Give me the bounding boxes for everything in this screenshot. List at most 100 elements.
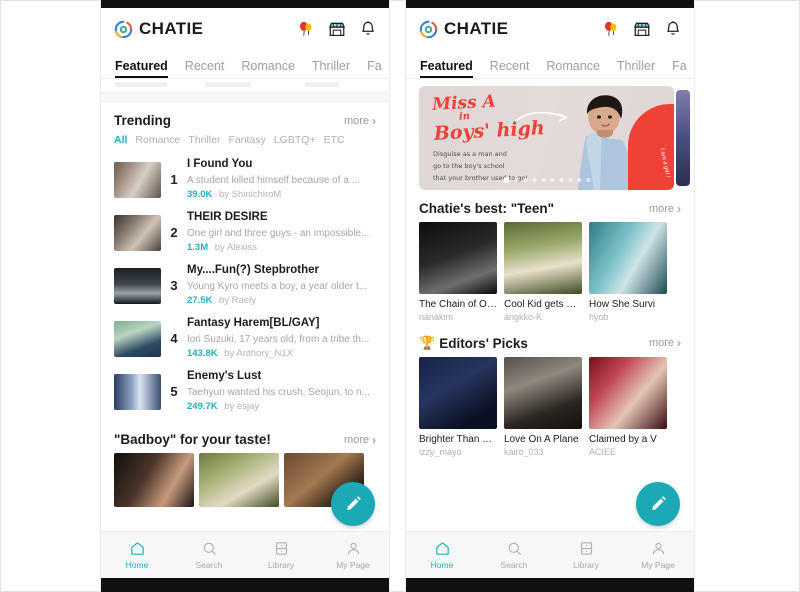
- chip-all[interactable]: All: [114, 134, 127, 146]
- tab-romance[interactable]: Romance: [241, 59, 295, 78]
- trending-header: Trending more ›: [101, 102, 389, 132]
- list-item[interactable]: Claimed by a V ACIEE: [589, 357, 667, 457]
- tab-featured[interactable]: Featured: [115, 59, 168, 78]
- tab-recent[interactable]: Recent: [490, 59, 530, 78]
- store-icon[interactable]: [633, 20, 651, 38]
- carousel-dot[interactable]: [577, 178, 581, 182]
- bell-icon[interactable]: [359, 20, 377, 38]
- story-thumbnail: [504, 357, 582, 429]
- table-row[interactable]: 2 THEIR DESIRE One girl and three guys -…: [114, 206, 376, 259]
- list-item[interactable]: The Chain of Obs... nanakim: [419, 222, 497, 322]
- nav-mypage-label: My Page: [641, 560, 675, 570]
- library-icon: [273, 540, 290, 557]
- bell-icon[interactable]: [664, 20, 682, 38]
- promo-banner[interactable]: Miss A in Boys' high Disguise as a man a…: [419, 86, 674, 190]
- story-author: kairo_033: [504, 447, 582, 457]
- story-description: A student killed himself because of a ..…: [187, 173, 376, 188]
- library-icon: [578, 540, 595, 557]
- carousel-dot[interactable]: [514, 178, 518, 182]
- compose-fab-left[interactable]: [331, 482, 375, 526]
- nav-search[interactable]: Search: [173, 540, 245, 570]
- tab-thriller[interactable]: Thriller: [617, 59, 655, 78]
- trending-more-link[interactable]: more ›: [344, 114, 376, 128]
- teen-more-label: more: [649, 203, 674, 215]
- story-title: Brighter Than The...: [419, 434, 497, 445]
- trending-genre-chips[interactable]: All Romance Thriller Fantasy LGBTQ+ ETC: [101, 132, 389, 153]
- nav-home[interactable]: Home: [406, 540, 478, 570]
- list-item[interactable]: Love On A Plane kairo_033: [504, 357, 582, 457]
- list-item[interactable]: How She Survi hyob: [589, 222, 667, 322]
- bottom-nav-left[interactable]: Home Search Library My Page: [101, 531, 389, 578]
- bottom-nav-right[interactable]: Home Search Library My Page: [406, 531, 694, 578]
- balloon-icon[interactable]: [602, 20, 620, 38]
- chevron-right-icon: ›: [372, 114, 376, 128]
- nav-search-label: Search: [196, 560, 223, 570]
- nav-search-label: Search: [501, 560, 528, 570]
- list-item[interactable]: [199, 453, 279, 507]
- carousel-dot[interactable]: [523, 178, 527, 182]
- status-bar: [101, 0, 389, 8]
- app-logo[interactable]: CHATIE: [418, 19, 508, 40]
- nav-search[interactable]: Search: [478, 540, 550, 570]
- chip-romance[interactable]: Romance: [135, 134, 180, 146]
- carousel-dots[interactable]: [503, 177, 590, 183]
- story-meta: 39.0K by ShinichiroM: [187, 188, 376, 202]
- story-description: Young Kyro meets a boy, a year older t..…: [187, 279, 376, 294]
- person-icon: [345, 540, 362, 557]
- nav-mypage[interactable]: My Page: [317, 540, 389, 570]
- nav-library[interactable]: Library: [245, 540, 317, 570]
- trending-rank: 2: [161, 225, 187, 240]
- carousel-dot-active[interactable]: [503, 177, 509, 183]
- story-title: Fantasy Harem[BL/GAY]: [187, 316, 376, 332]
- list-item[interactable]: [114, 453, 194, 507]
- table-row[interactable]: 4 Fantasy Harem[BL/GAY] Iori Suzuki, 17 …: [114, 312, 376, 365]
- carousel-dot[interactable]: [550, 178, 554, 182]
- table-row[interactable]: 1 I Found You A student killed himself b…: [114, 153, 376, 206]
- story-meta: 249.7K by esjay: [187, 400, 376, 414]
- story-title: Enemy's Lust: [187, 369, 376, 385]
- tab-fantasy[interactable]: Fa: [672, 59, 687, 78]
- story-thumbnail: [114, 215, 161, 251]
- home-indicator-bar: [406, 578, 694, 592]
- carousel-dot[interactable]: [532, 178, 536, 182]
- carousel-dot[interactable]: [541, 178, 545, 182]
- story-thumbnail: [589, 357, 667, 429]
- app-logo[interactable]: CHATIE: [113, 19, 203, 40]
- list-item[interactable]: Cool Kid gets Bull... angkko-K: [504, 222, 582, 322]
- nav-mypage-label: My Page: [336, 560, 370, 570]
- chatie-logo-icon: [113, 19, 134, 40]
- tab-fantasy[interactable]: Fa: [367, 59, 382, 78]
- next-banner-peek[interactable]: [676, 90, 690, 186]
- nav-library-label: Library: [573, 560, 599, 570]
- chip-lgbtq[interactable]: LGBTQ+: [274, 134, 316, 146]
- carousel-dot[interactable]: [586, 178, 590, 182]
- nav-home[interactable]: Home: [101, 540, 173, 570]
- category-tabs-left[interactable]: Featured Recent Romance Thriller Fa: [101, 50, 389, 79]
- carousel-dot[interactable]: [568, 178, 572, 182]
- story-author: angkko-K: [504, 312, 582, 322]
- balloon-icon[interactable]: [297, 20, 315, 38]
- nav-library-label: Library: [268, 560, 294, 570]
- tab-featured[interactable]: Featured: [420, 59, 473, 78]
- tab-thriller[interactable]: Thriller: [312, 59, 350, 78]
- chip-thriller[interactable]: Thriller: [188, 134, 220, 146]
- chip-etc[interactable]: ETC: [324, 134, 345, 146]
- list-item[interactable]: Brighter Than The... izzy_mayo: [419, 357, 497, 457]
- nav-library[interactable]: Library: [550, 540, 622, 570]
- tab-recent[interactable]: Recent: [185, 59, 225, 78]
- badboy-more-link[interactable]: more ›: [344, 433, 376, 447]
- nav-mypage[interactable]: My Page: [622, 540, 694, 570]
- category-tabs-right[interactable]: Featured Recent Romance Thriller Fa: [406, 50, 694, 79]
- promo-carousel[interactable]: Miss A in Boys' high Disguise as a man a…: [419, 86, 681, 190]
- story-title: Claimed by a V: [589, 434, 667, 445]
- story-author: by Anthory_N1X: [224, 348, 293, 359]
- carousel-dot[interactable]: [559, 178, 563, 182]
- teen-more-link[interactable]: more ›: [649, 202, 681, 216]
- compose-fab-right[interactable]: [636, 482, 680, 526]
- table-row[interactable]: 5 Enemy's Lust Taehyun wanted his crush,…: [114, 365, 376, 418]
- chip-fantasy[interactable]: Fantasy: [228, 134, 265, 146]
- tab-romance[interactable]: Romance: [546, 59, 600, 78]
- store-icon[interactable]: [328, 20, 346, 38]
- table-row[interactable]: 3 My....Fun(?) Stepbrother Young Kyro me…: [114, 259, 376, 312]
- editors-more-link[interactable]: more ›: [649, 336, 681, 350]
